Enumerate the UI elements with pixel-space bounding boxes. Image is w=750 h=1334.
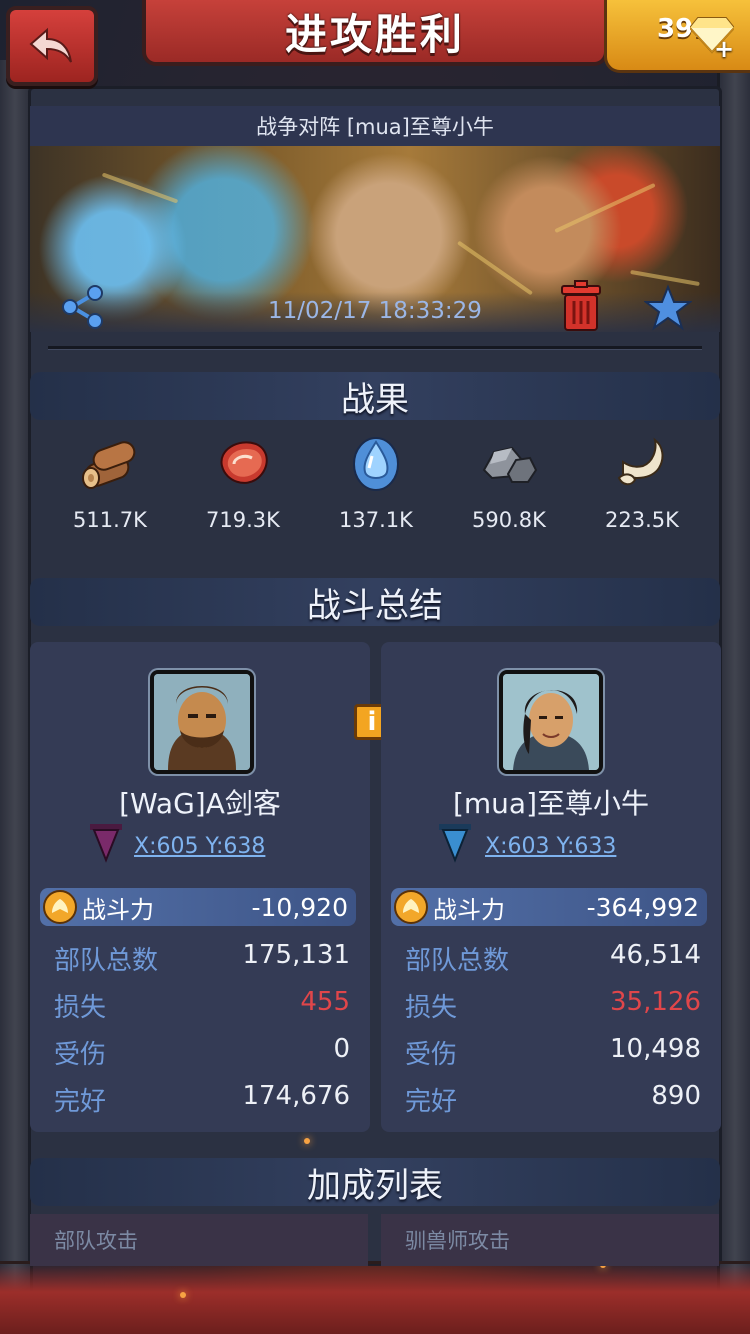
reward-value: 590.8K: [472, 508, 546, 532]
stat-value: 175,131: [242, 940, 350, 970]
stat-row-loss: 损失 455: [54, 987, 350, 1024]
stat-value: 35,126: [610, 987, 701, 1017]
bonus-item: 驯兽师攻击: [381, 1214, 719, 1266]
page-title: 进攻胜利: [284, 9, 465, 59]
share-icon[interactable]: [58, 282, 108, 332]
stat-value: 890: [651, 1081, 701, 1111]
reward-value: 511.7K: [73, 508, 147, 532]
defender-power-row: 战斗力 -364,992: [391, 888, 707, 926]
stat-value: 0: [333, 1034, 350, 1064]
stat-value: 455: [300, 987, 350, 1017]
rewards-section-header: 战果: [30, 372, 720, 420]
reward-value: 223.5K: [605, 508, 679, 532]
stat-label: 损失: [405, 993, 458, 1023]
stat-label: 部队总数: [405, 946, 510, 976]
stat-row-intact: 完好 174,676: [54, 1081, 350, 1118]
reward-bone: 223.5K: [582, 434, 702, 532]
ember-particle: [180, 1292, 186, 1298]
bonus-title: 加成列表: [307, 1165, 443, 1206]
divider: [48, 346, 702, 350]
frame-bottom: [0, 1261, 750, 1334]
attacker-avatar[interactable]: [150, 670, 254, 774]
stat-label: 受伤: [405, 1040, 458, 1070]
stat-label: 部队总数: [54, 946, 159, 976]
reward-water: 137.1K: [316, 434, 436, 532]
stat-label: 完好: [405, 1087, 458, 1117]
power-label: 战斗力: [433, 895, 505, 924]
reward-stone: 590.8K: [449, 434, 569, 532]
power-value: -364,992: [586, 892, 699, 922]
warrior-portrait-icon: [154, 674, 250, 770]
hero-portrait-icon: [503, 674, 599, 770]
reward-wood: 511.7K: [50, 434, 170, 532]
bonus-label: 部队攻击: [54, 1229, 138, 1253]
stat-value: 46,514: [610, 940, 701, 970]
stat-row-injured: 受伤 0: [54, 1034, 350, 1071]
stat-row-total: 部队总数 46,514: [405, 940, 701, 977]
wood-icon: [82, 441, 136, 489]
defender-panel: [mua]至尊小牛 X:603 Y:633 战斗力 -364,992 部队总数 …: [381, 642, 721, 1132]
power-label: 战斗力: [82, 895, 154, 924]
stat-row-loss: 损失 35,126: [405, 987, 701, 1024]
reward-meat: 719.3K: [183, 434, 303, 532]
stat-label: 损失: [54, 993, 107, 1023]
bonus-label: 驯兽师攻击: [405, 1229, 510, 1253]
ember-particle: [304, 1138, 310, 1144]
attacker-coords-link[interactable]: X:605 Y:638: [134, 834, 265, 859]
battle-subtitle-bar: 战争对阵 [mua]至尊小牛: [30, 106, 720, 146]
stat-row-injured: 受伤 10,498: [405, 1034, 701, 1071]
attacker-name: [WaG]A剑客: [119, 787, 281, 820]
trash-icon[interactable]: [558, 280, 604, 332]
back-button[interactable]: [6, 6, 98, 86]
summary-section-header: 战斗总结: [30, 578, 720, 626]
attacker-power-row: 战斗力 -10,920: [40, 888, 356, 926]
stat-value: 174,676: [242, 1081, 350, 1111]
meat-icon: [220, 441, 268, 484]
add-gems-button[interactable]: +: [712, 37, 736, 62]
reward-value: 137.1K: [339, 508, 413, 532]
defender-flag-icon: [439, 824, 471, 863]
defender-avatar[interactable]: [499, 670, 603, 774]
back-arrow-icon: [29, 27, 72, 63]
attacker-flag-icon: [90, 824, 122, 863]
stat-row-intact: 完好 890: [405, 1081, 701, 1118]
water-icon: [353, 437, 399, 491]
attacker-panel: [WaG]A剑客 X:605 Y:638 战斗力 -10,920 部队总数 17…: [30, 642, 370, 1132]
power-value: -10,920: [251, 892, 349, 922]
defender-name: [mua]至尊小牛: [452, 787, 650, 820]
laurel-emblem-icon: [43, 890, 77, 924]
favorite-star-icon[interactable]: [644, 284, 692, 332]
rewards-title: 战果: [341, 379, 409, 420]
laurel-emblem-icon: [394, 890, 428, 924]
stat-label: 受伤: [54, 1040, 107, 1070]
defender-coords-link[interactable]: X:603 Y:633: [485, 834, 616, 859]
stat-value: 10,498: [610, 1034, 701, 1064]
reward-value: 719.3K: [206, 508, 280, 532]
bone-icon: [617, 437, 664, 486]
stone-icon: [482, 446, 538, 483]
title-banner: 进攻胜利: [142, 0, 608, 66]
bonus-item: 部队攻击: [30, 1214, 368, 1266]
summary-title: 战斗总结: [307, 585, 443, 626]
battle-subtitle: 战争对阵 [mua]至尊小牛: [256, 115, 494, 139]
battle-timestamp: 11/02/17 18:33:29: [268, 298, 482, 324]
stat-label: 完好: [54, 1087, 107, 1117]
stat-row-total: 部队总数 175,131: [54, 940, 350, 977]
bonus-section-header: 加成列表: [30, 1158, 720, 1206]
